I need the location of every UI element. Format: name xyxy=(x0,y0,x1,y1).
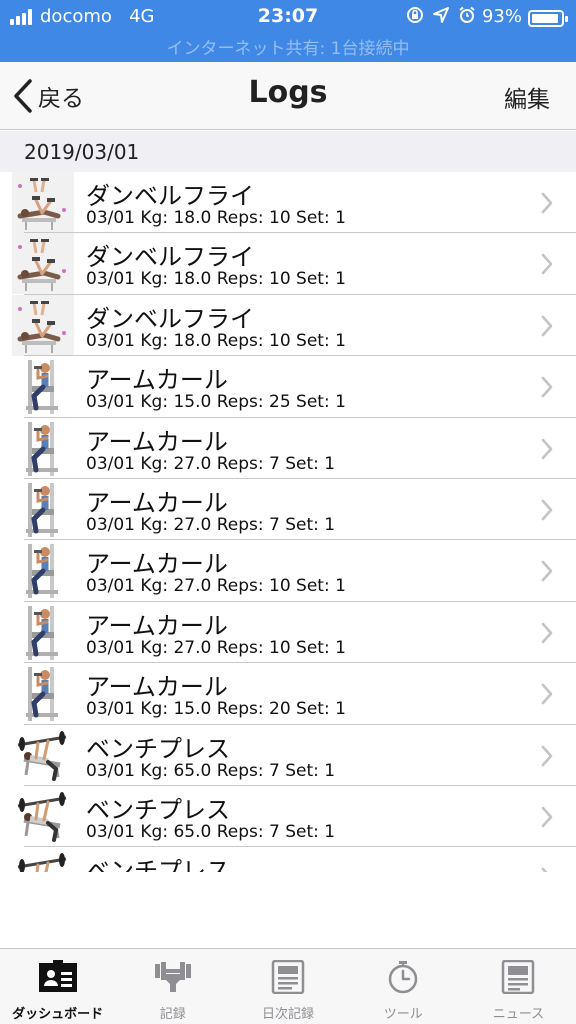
hotspot-banner[interactable]: インターネット共有: 1台接続中 xyxy=(0,34,576,59)
battery-percent: 93% xyxy=(481,6,522,27)
chevron-right-icon xyxy=(540,806,554,832)
log-row[interactable]: アームカール 03/01 Kg: 15.0 Reps: 25 Set: 1 xyxy=(0,356,576,418)
exercise-name: アームカール xyxy=(86,611,228,640)
tab-label: ダッシュボード xyxy=(12,1007,104,1022)
log-row[interactable]: アームカール 03/01 Kg: 27.0 Reps: 10 Set: 1 xyxy=(0,540,576,603)
barbell-icon xyxy=(153,959,193,995)
chevron-right-icon xyxy=(540,622,554,648)
arm-curl-icon xyxy=(12,356,74,417)
exercise-name: ダンベルフライ xyxy=(86,182,254,210)
tab-news[interactable]: ニュース xyxy=(461,949,576,1024)
chevron-right-icon xyxy=(540,560,554,586)
log-row[interactable]: ベンチプレス xyxy=(0,847,576,872)
page-title: Logs xyxy=(248,75,328,110)
back-button[interactable]: 戻る xyxy=(12,78,84,114)
dumbbell-fly-icon xyxy=(12,233,74,295)
arm-curl-icon xyxy=(12,602,74,663)
log-detail: 03/01 Kg: 27.0 Reps: 10 Set: 1 xyxy=(86,637,346,658)
dashboard-icon xyxy=(38,959,78,995)
tab-label: 日次記録 xyxy=(262,1007,315,1022)
dumbbell-fly-icon xyxy=(12,294,74,356)
section-header: 2019/03/01 xyxy=(0,131,576,172)
log-list[interactable]: ダンベルフライ 03/01 Kg: 18.0 Reps: 10 Set: 1 ダン… xyxy=(0,172,576,872)
exercise-name: ベンチプレス xyxy=(86,795,230,824)
alarm-icon xyxy=(458,6,476,28)
daily-log-icon xyxy=(268,959,308,995)
location-arrow-icon xyxy=(432,6,450,28)
stopwatch-icon xyxy=(383,959,423,995)
status-bar: docomo 4G 23:07 93% インターネット共有: 1台接続中 xyxy=(0,0,576,62)
chevron-right-icon xyxy=(540,253,554,279)
tab-label: ニュース xyxy=(492,1007,545,1022)
log-detail: 03/01 Kg: 27.0 Reps: 7 Set: 1 xyxy=(86,453,336,474)
arm-curl-icon xyxy=(12,540,74,601)
orientation-lock-icon xyxy=(406,6,424,28)
log-detail: 03/01 Kg: 18.0 Reps: 10 Set: 1 xyxy=(86,330,346,351)
exercise-name: アームカール xyxy=(86,488,228,517)
arm-curl-icon xyxy=(12,418,74,479)
section-date: 2019/03/01 xyxy=(24,140,140,164)
battery-icon xyxy=(528,10,568,27)
chevron-right-icon xyxy=(540,315,554,341)
tab-barbell[interactable]: 記録 xyxy=(115,949,230,1024)
navigation-bar: 戻る Logs 編集 xyxy=(0,62,576,130)
log-detail: 03/01 Kg: 65.0 Reps: 7 Set: 1 xyxy=(86,821,336,842)
exercise-name: ベンチプレス xyxy=(86,734,230,763)
log-detail: 03/01 Kg: 15.0 Reps: 25 Set: 1 xyxy=(86,392,346,413)
log-detail: 03/01 Kg: 18.0 Reps: 10 Set: 1 xyxy=(86,269,346,290)
log-detail: 03/01 Kg: 27.0 Reps: 7 Set: 1 xyxy=(86,514,336,535)
tab-bar: ダッシュボード 記録 日次記録 ツール ニュース xyxy=(0,948,576,1024)
chevron-right-icon xyxy=(540,867,554,872)
tab-dashboard[interactable]: ダッシュボード xyxy=(0,949,115,1024)
log-row[interactable]: ベンチプレス 03/01 Kg: 65.0 Reps: 7 Set: 1 xyxy=(0,786,576,848)
log-row[interactable]: ダンベルフライ 03/01 Kg: 18.0 Reps: 10 Set: 1 xyxy=(0,233,576,296)
exercise-name: ダンベルフライ xyxy=(86,304,254,333)
log-detail: 03/01 Kg: 15.0 Reps: 20 Set: 1 xyxy=(86,699,346,720)
exercise-name: ダンベルフライ xyxy=(86,243,254,272)
tab-stopwatch[interactable]: ツール xyxy=(346,949,461,1024)
bench-press-icon xyxy=(12,786,74,847)
log-row[interactable]: アームカール 03/01 Kg: 27.0 Reps: 10 Set: 1 xyxy=(0,602,576,664)
tab-daily-log[interactable]: 日次記録 xyxy=(230,949,345,1024)
news-icon xyxy=(498,959,538,995)
log-detail: 03/01 Kg: 18.0 Reps: 10 Set: 1 xyxy=(86,208,346,228)
chevron-right-icon xyxy=(540,745,554,771)
log-row[interactable]: アームカール 03/01 Kg: 15.0 Reps: 20 Set: 1 xyxy=(0,663,576,725)
log-detail: 03/01 Kg: 27.0 Reps: 10 Set: 1 xyxy=(86,576,346,597)
arm-curl-icon xyxy=(12,479,74,540)
log-row[interactable]: ベンチプレス 03/01 Kg: 65.0 Reps: 7 Set: 1 xyxy=(0,725,576,787)
bench-press-icon xyxy=(12,847,74,872)
log-row[interactable]: ダンベルフライ 03/01 Kg: 18.0 Reps: 10 Set: 1 xyxy=(0,172,576,234)
edit-button[interactable]: 編集 xyxy=(504,80,550,114)
exercise-name: アームカール xyxy=(86,427,228,456)
chevron-right-icon xyxy=(540,192,554,218)
exercise-name: アームカール xyxy=(86,550,228,579)
chevron-left-icon xyxy=(14,79,32,113)
tab-label: ツール xyxy=(383,1007,423,1022)
chevron-right-icon xyxy=(540,499,554,525)
log-row[interactable]: ダンベルフライ 03/01 Kg: 18.0 Reps: 10 Set: 1 xyxy=(0,294,576,357)
log-row[interactable]: アームカール 03/01 Kg: 27.0 Reps: 7 Set: 1 xyxy=(0,418,576,480)
log-row[interactable]: アームカール 03/01 Kg: 27.0 Reps: 7 Set: 1 xyxy=(0,479,576,541)
log-detail: 03/01 Kg: 65.0 Reps: 7 Set: 1 xyxy=(86,760,336,781)
exercise-name: アームカール xyxy=(86,366,228,395)
bench-press-icon xyxy=(12,725,74,786)
chevron-right-icon xyxy=(540,438,554,464)
dumbbell-fly-icon xyxy=(12,172,74,233)
tab-label: 記録 xyxy=(159,1007,186,1022)
chevron-right-icon xyxy=(540,376,554,402)
back-label: 戻る xyxy=(38,86,84,112)
arm-curl-icon xyxy=(12,663,74,724)
exercise-name: アームカール xyxy=(86,673,228,702)
chevron-right-icon xyxy=(540,683,554,709)
exercise-name: ベンチプレス xyxy=(86,857,230,872)
